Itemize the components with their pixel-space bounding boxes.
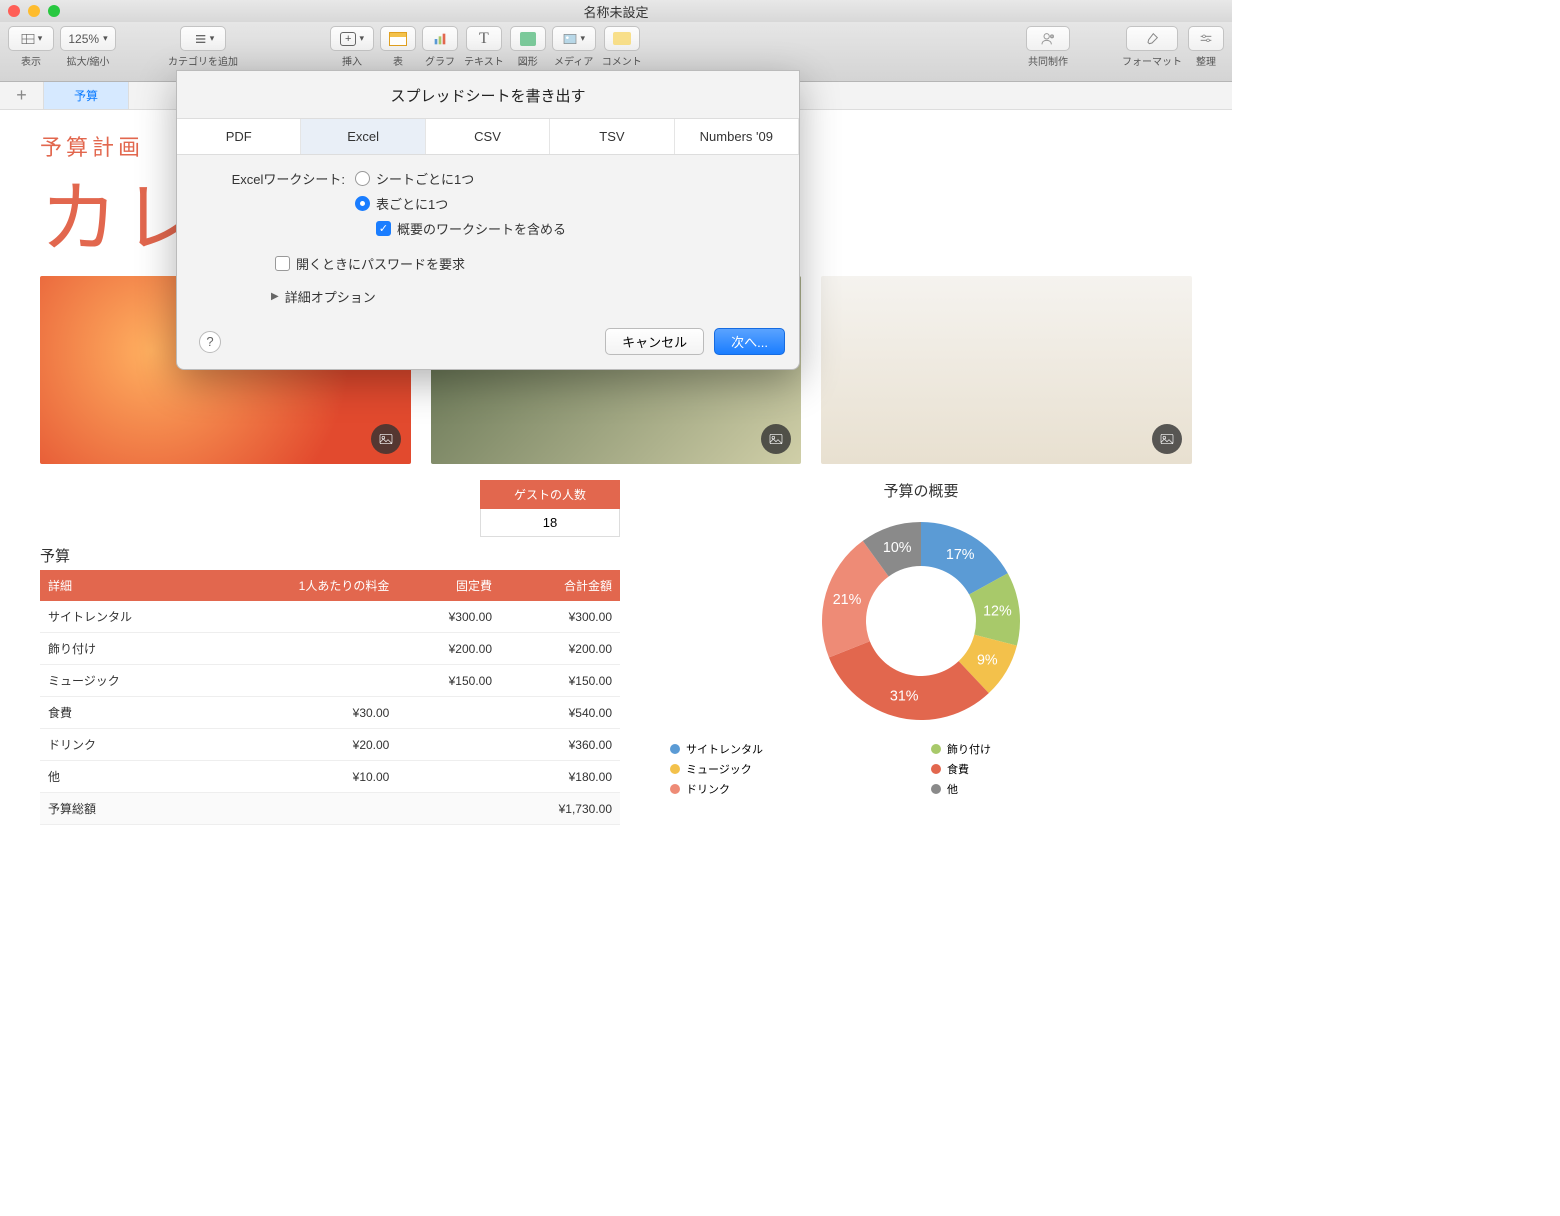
- sheet-tab-budget[interactable]: 予算: [44, 82, 129, 109]
- comment-button[interactable]: [604, 26, 640, 51]
- bar-chart-icon: [432, 31, 448, 47]
- table-header: 固定費: [397, 570, 500, 601]
- guest-value[interactable]: 18: [480, 509, 620, 537]
- table-row[interactable]: 飾り付け¥200.00¥200.00: [40, 633, 620, 665]
- image-icon: [562, 31, 578, 47]
- guest-label: ゲストの人数: [480, 480, 620, 509]
- zoom-button[interactable]: 125%▾: [60, 26, 116, 51]
- worksheet-label: Excelワークシート:: [201, 169, 355, 188]
- chart-button[interactable]: [422, 26, 458, 51]
- category-button[interactable]: ▾: [180, 26, 226, 51]
- svg-text:9%: 9%: [977, 653, 998, 669]
- insert-button[interactable]: +▾: [330, 26, 374, 51]
- donut-slice[interactable]: [829, 641, 989, 720]
- text-button[interactable]: T: [466, 26, 502, 51]
- chart-title: 予算の概要: [650, 480, 1192, 501]
- legend-item: 食費: [931, 761, 1172, 777]
- brush-icon: [1144, 31, 1160, 47]
- table-row[interactable]: 他¥10.00¥180.00: [40, 761, 620, 793]
- organize-button[interactable]: [1188, 26, 1224, 51]
- collaborate-button[interactable]: +: [1026, 26, 1070, 51]
- square-icon: [520, 32, 536, 46]
- table-header: 合計金額: [500, 570, 620, 601]
- triangle-right-icon: ▶: [271, 291, 279, 302]
- table-icon: [389, 32, 407, 46]
- checkbox-include-summary[interactable]: ✓: [376, 221, 391, 236]
- format-tab-excel[interactable]: Excel: [301, 119, 425, 154]
- table-row[interactable]: ミュージック¥150.00¥150.00: [40, 665, 620, 697]
- donut-chart[interactable]: 17% 12% 9% 31% 21% 10%: [811, 511, 1031, 731]
- legend-item: 他: [931, 781, 1172, 797]
- svg-text:10%: 10%: [883, 540, 912, 556]
- grid-icon: [20, 31, 36, 47]
- format-button[interactable]: [1126, 26, 1178, 51]
- checkbox-require-password[interactable]: [275, 256, 290, 271]
- format-tab-csv[interactable]: CSV: [426, 119, 550, 154]
- format-tab-numbers09[interactable]: Numbers '09: [675, 119, 799, 154]
- sliders-icon: [1198, 31, 1214, 47]
- table-button[interactable]: [380, 26, 416, 51]
- export-dialog: スプレッドシートを書き出す PDFExcelCSVTSVNumbers '09 …: [176, 70, 800, 370]
- person-add-icon: +: [1040, 31, 1056, 47]
- budget-title: 予算: [40, 545, 620, 566]
- svg-text:12%: 12%: [983, 604, 1012, 620]
- next-button[interactable]: 次へ...: [714, 328, 785, 355]
- table-header: 1人あたりの料金: [213, 570, 397, 601]
- list-icon: [192, 31, 208, 47]
- category-label: カテゴリを追加: [168, 53, 238, 68]
- table-header: 詳細: [40, 570, 213, 601]
- image-icon[interactable]: [761, 424, 791, 454]
- svg-text:+: +: [1051, 34, 1053, 38]
- add-sheet-button[interactable]: +: [0, 82, 44, 109]
- view-button[interactable]: ▾: [8, 26, 54, 51]
- shape-button[interactable]: [510, 26, 546, 51]
- svg-text:17%: 17%: [946, 547, 975, 563]
- image-icon[interactable]: [371, 424, 401, 454]
- budget-table[interactable]: 詳細1人あたりの料金固定費合計金額 サイトレンタル¥300.00¥300.00飾…: [40, 570, 620, 825]
- image-icon[interactable]: [1152, 424, 1182, 454]
- legend-item: サイトレンタル: [670, 741, 911, 757]
- svg-text:21%: 21%: [833, 592, 862, 608]
- legend-item: ミュージック: [670, 761, 911, 777]
- radio-per-sheet[interactable]: [355, 171, 370, 186]
- format-tab-tsv[interactable]: TSV: [550, 119, 674, 154]
- view-label: 表示: [21, 53, 41, 68]
- legend-item: 飾り付け: [931, 741, 1172, 757]
- table-row[interactable]: 食費¥30.00¥540.00: [40, 697, 620, 729]
- titlebar: 名称未設定: [0, 0, 1232, 22]
- advanced-disclosure[interactable]: ▶ 詳細オプション: [271, 287, 775, 306]
- table-row[interactable]: ドリンク¥20.00¥360.00: [40, 729, 620, 761]
- chart-legend: サイトレンタル 飾り付けミュージック 食費ドリンク 他: [650, 741, 1192, 797]
- format-tabs: PDFExcelCSVTSVNumbers '09: [177, 118, 799, 155]
- zoom-label: 拡大/縮小: [67, 53, 110, 68]
- table-row[interactable]: サイトレンタル¥300.00¥300.00: [40, 601, 620, 633]
- help-button[interactable]: ?: [199, 331, 221, 353]
- radio-per-table[interactable]: [355, 196, 370, 211]
- comment-icon: [613, 32, 631, 45]
- cancel-button[interactable]: キャンセル: [605, 328, 704, 355]
- window-title: 名称未設定: [0, 2, 1232, 21]
- legend-item: ドリンク: [670, 781, 911, 797]
- image-placeholder[interactable]: [821, 276, 1192, 464]
- media-button[interactable]: ▾: [552, 26, 596, 51]
- table-total-row: 予算総額¥1,730.00: [40, 793, 620, 825]
- format-tab-pdf[interactable]: PDF: [177, 119, 301, 154]
- svg-text:31%: 31%: [890, 689, 919, 705]
- dialog-title: スプレッドシートを書き出す: [177, 71, 799, 118]
- guest-count-box: ゲストの人数 18: [480, 480, 620, 537]
- text-icon: T: [479, 30, 489, 48]
